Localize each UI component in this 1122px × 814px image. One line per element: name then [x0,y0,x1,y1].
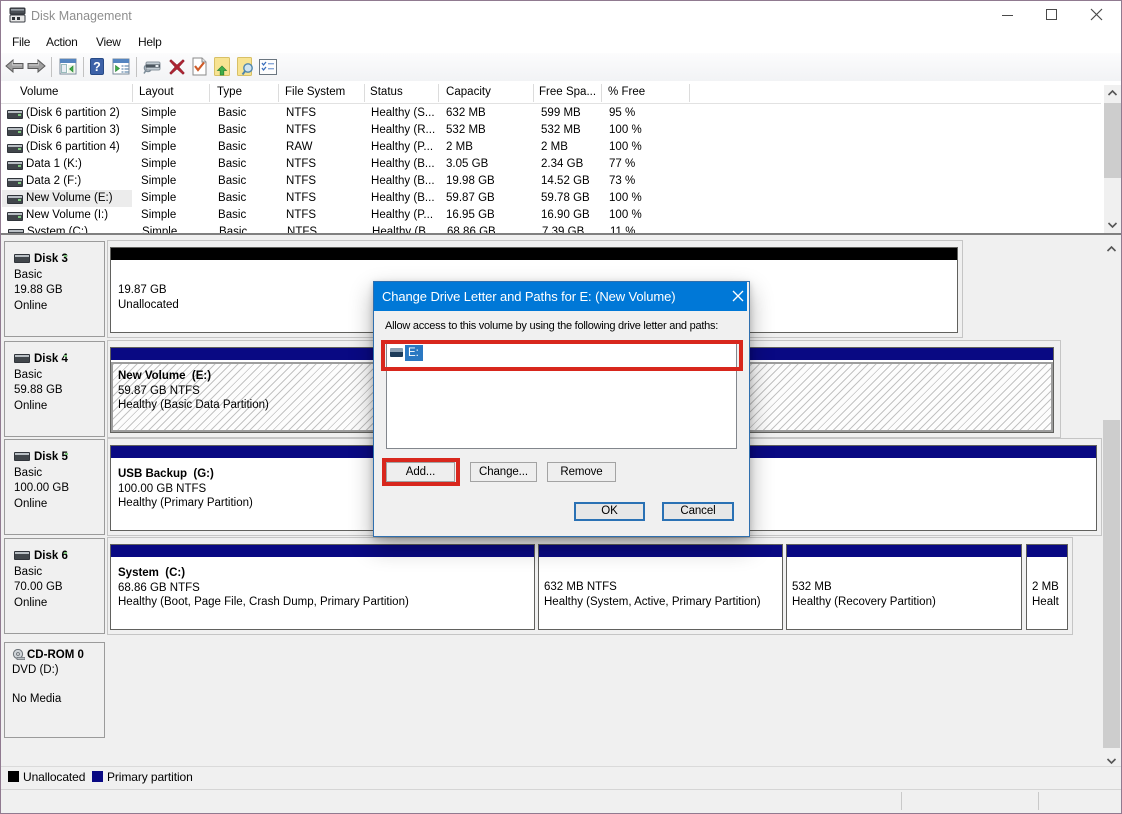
svg-text:?: ? [93,60,101,74]
